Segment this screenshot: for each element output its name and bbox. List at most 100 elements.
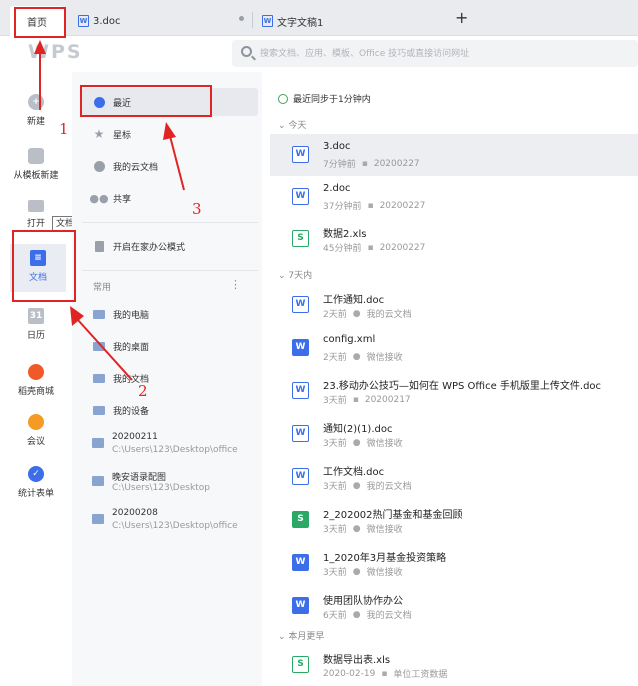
file-row[interactable]: W 工作文档.doc 3天前 ● 我的云文档 <box>270 456 638 498</box>
nav-shared[interactable]: ●● 共享 <box>82 184 258 212</box>
nav-divider <box>82 270 258 271</box>
file-row[interactable]: W 2.doc 37分钟前 ▪ 20200227 <box>270 176 638 218</box>
file-name: 23.移动办公技巧—如何在 WPS Office 手机版里上传文件.doc <box>323 381 602 392</box>
rail-calendar-label: 日历 <box>26 331 45 341</box>
tab-text-doc[interactable]: W 文字文稿1 <box>256 6 436 36</box>
folder-icon <box>92 438 104 448</box>
file-row[interactable]: W 使用团队协作办公 6天前 ● 我的云文档 <box>270 585 638 627</box>
file-name: 工作文档.doc <box>323 467 385 478</box>
folder-small-icon: ▪ <box>381 668 388 679</box>
writer-doc-icon: W <box>292 339 309 356</box>
file-source: 我的云文档 <box>366 611 412 621</box>
file-meta: 7分钟前 ▪ 20200227 <box>323 157 420 171</box>
nav-folder-item[interactable]: 晚安语录配图 C:\Users\123\Desktop <box>92 470 262 500</box>
file-row[interactable]: S 数据2.xls 45分钟前 ▪ 20200227 <box>270 218 638 260</box>
people-icon: ●● <box>89 191 109 205</box>
folder-path: C:\Users\123\Desktop\office <box>112 521 238 531</box>
file-meta: 37分钟前 ▪ 20200227 <box>323 199 425 213</box>
folder-icon <box>93 372 105 384</box>
file-source: 微信接收 <box>366 568 403 578</box>
annotation-box-recent <box>80 85 212 117</box>
writer-doc-icon: W <box>78 15 89 27</box>
file-meta: 2020-02-19 ▪ 单位工资数据 <box>323 667 448 681</box>
folder-small-icon: ▪ <box>361 158 368 169</box>
rail-calendar[interactable]: 31 日历 <box>0 308 72 341</box>
group-month-label: 本月更早 <box>288 632 325 642</box>
device-icon <box>93 404 105 416</box>
rail-daoke-mall[interactable]: 稻壳商城 <box>0 364 72 397</box>
file-time: 45分钟前 <box>323 244 362 254</box>
file-name: 数据2.xls <box>323 229 367 240</box>
writer-doc-icon: W <box>262 15 273 27</box>
folder-icon <box>92 514 104 524</box>
file-name: 通知(2)(1).doc <box>323 424 393 435</box>
file-name: 2.doc <box>323 183 351 194</box>
annotation-number-3: 3 <box>192 200 202 218</box>
writer-doc-icon: W <box>292 146 309 163</box>
nav-folder-item[interactable]: 20200211 C:\Users\123\Desktop\office <box>92 432 262 462</box>
meeting-icon <box>28 414 44 430</box>
nav-my-devices[interactable]: 我的设备 <box>82 396 258 424</box>
file-row[interactable]: W 1_2020年3月基金投资策略 3天前 ● 微信接收 <box>270 542 638 584</box>
file-row[interactable]: W 23.移动办公技巧—如何在 WPS Office 手机版里上传文件.doc … <box>270 370 638 412</box>
nav-my-computer[interactable]: 我的电脑 <box>82 300 258 328</box>
folder-icon <box>28 200 44 212</box>
nav-starred[interactable]: ★ 星标 <box>82 120 258 148</box>
nav-divider <box>82 222 258 223</box>
nav-home-office[interactable]: 开启在家办公模式 <box>82 232 258 260</box>
nav-my-documents[interactable]: 我的文档 <box>82 364 258 392</box>
nav-starred-label: 星标 <box>113 130 132 141</box>
annotation-box-docs <box>12 230 76 302</box>
nav-cloud-docs[interactable]: 我的云文档 <box>82 152 258 180</box>
tab-3-doc[interactable]: W 3.doc <box>72 6 252 36</box>
nav-my-desktop[interactable]: 我的桌面 <box>82 332 258 360</box>
spreadsheet-icon: S <box>292 230 309 247</box>
computer-icon <box>93 308 105 320</box>
file-name: 使用团队协作办公 <box>323 596 403 607</box>
file-row[interactable]: W 3.doc 7分钟前 ▪ 20200227 <box>270 134 638 176</box>
wps-logo: WPS <box>28 41 83 63</box>
calendar-icon: 31 <box>28 308 44 324</box>
file-row[interactable]: W 工作通知.doc 2天前 ● 我的云文档 <box>270 284 638 326</box>
search-input[interactable] <box>260 46 620 61</box>
new-tab-button[interactable]: + <box>455 8 468 27</box>
group-header-week[interactable]: ⌄ 7天内 <box>278 268 312 281</box>
file-row[interactable]: W 通知(2)(1).doc 3天前 ● 微信接收 <box>270 413 638 455</box>
file-time: 2020-02-19 <box>323 668 376 679</box>
file-source: 20200217 <box>364 394 411 405</box>
folder-small-icon: ▪ <box>367 242 374 253</box>
folder-icon <box>92 476 104 486</box>
writer-doc-icon: W <box>292 296 309 313</box>
tab-3-doc-label: 3.doc <box>93 15 121 27</box>
file-source: 微信接收 <box>366 525 403 535</box>
nav-shared-label: 共享 <box>113 194 132 205</box>
file-source: 微信接收 <box>366 353 403 363</box>
file-meta: 3天前 ● 微信接收 <box>323 565 403 579</box>
recent-files-panel: 最近同步于1分钟内 ⌄ 今天 W 3.doc 7分钟前 ▪ 20200227 W 2… <box>262 72 638 686</box>
group-header-today[interactable]: ⌄ 今天 <box>278 118 306 131</box>
file-row[interactable]: S 数据导出表.xls 2020-02-19 ▪ 单位工资数据 <box>270 644 638 686</box>
tab-close-dot-icon[interactable] <box>239 16 244 21</box>
rail-forms-label: 统计表单 <box>17 489 54 499</box>
nav-my-computer-label: 我的电脑 <box>113 310 150 321</box>
file-time: 2天前 <box>323 310 347 320</box>
file-meta: 3天前 ● 微信接收 <box>323 436 403 450</box>
nav-folder-item[interactable]: 20200208 C:\Users\123\Desktop\office <box>92 508 262 538</box>
rail-new-from-template[interactable]: 从模板新建 <box>0 148 72 181</box>
file-time: 3天前 <box>323 396 347 406</box>
group-header-month[interactable]: ⌄ 本月更早 <box>278 629 324 642</box>
rail-meeting[interactable]: 会议 <box>0 414 72 447</box>
sync-status-text: 最近同步于1分钟内 <box>293 95 371 105</box>
wechat-small-icon: ● <box>352 351 361 362</box>
spreadsheet-icon: S <box>292 511 309 528</box>
file-name: 1_2020年3月基金投资策略 <box>323 553 447 564</box>
more-vertical-icon[interactable]: ⋮ <box>230 278 241 291</box>
file-row[interactable]: S 2_202002热门基金和基金回顾 3天前 ● 微信接收 <box>270 499 638 541</box>
tab-bar: 首页 W 3.doc W 文字文稿1 + <box>0 0 638 36</box>
file-source: 单位工资数据 <box>393 670 448 680</box>
desktop-icon <box>93 340 105 352</box>
daoke-mall-icon <box>28 364 44 380</box>
rail-forms[interactable]: ✓ 统计表单 <box>0 466 72 499</box>
search-bar[interactable] <box>232 40 638 67</box>
file-row[interactable]: W config.xml 2天前 ● 微信接收 <box>270 327 638 369</box>
